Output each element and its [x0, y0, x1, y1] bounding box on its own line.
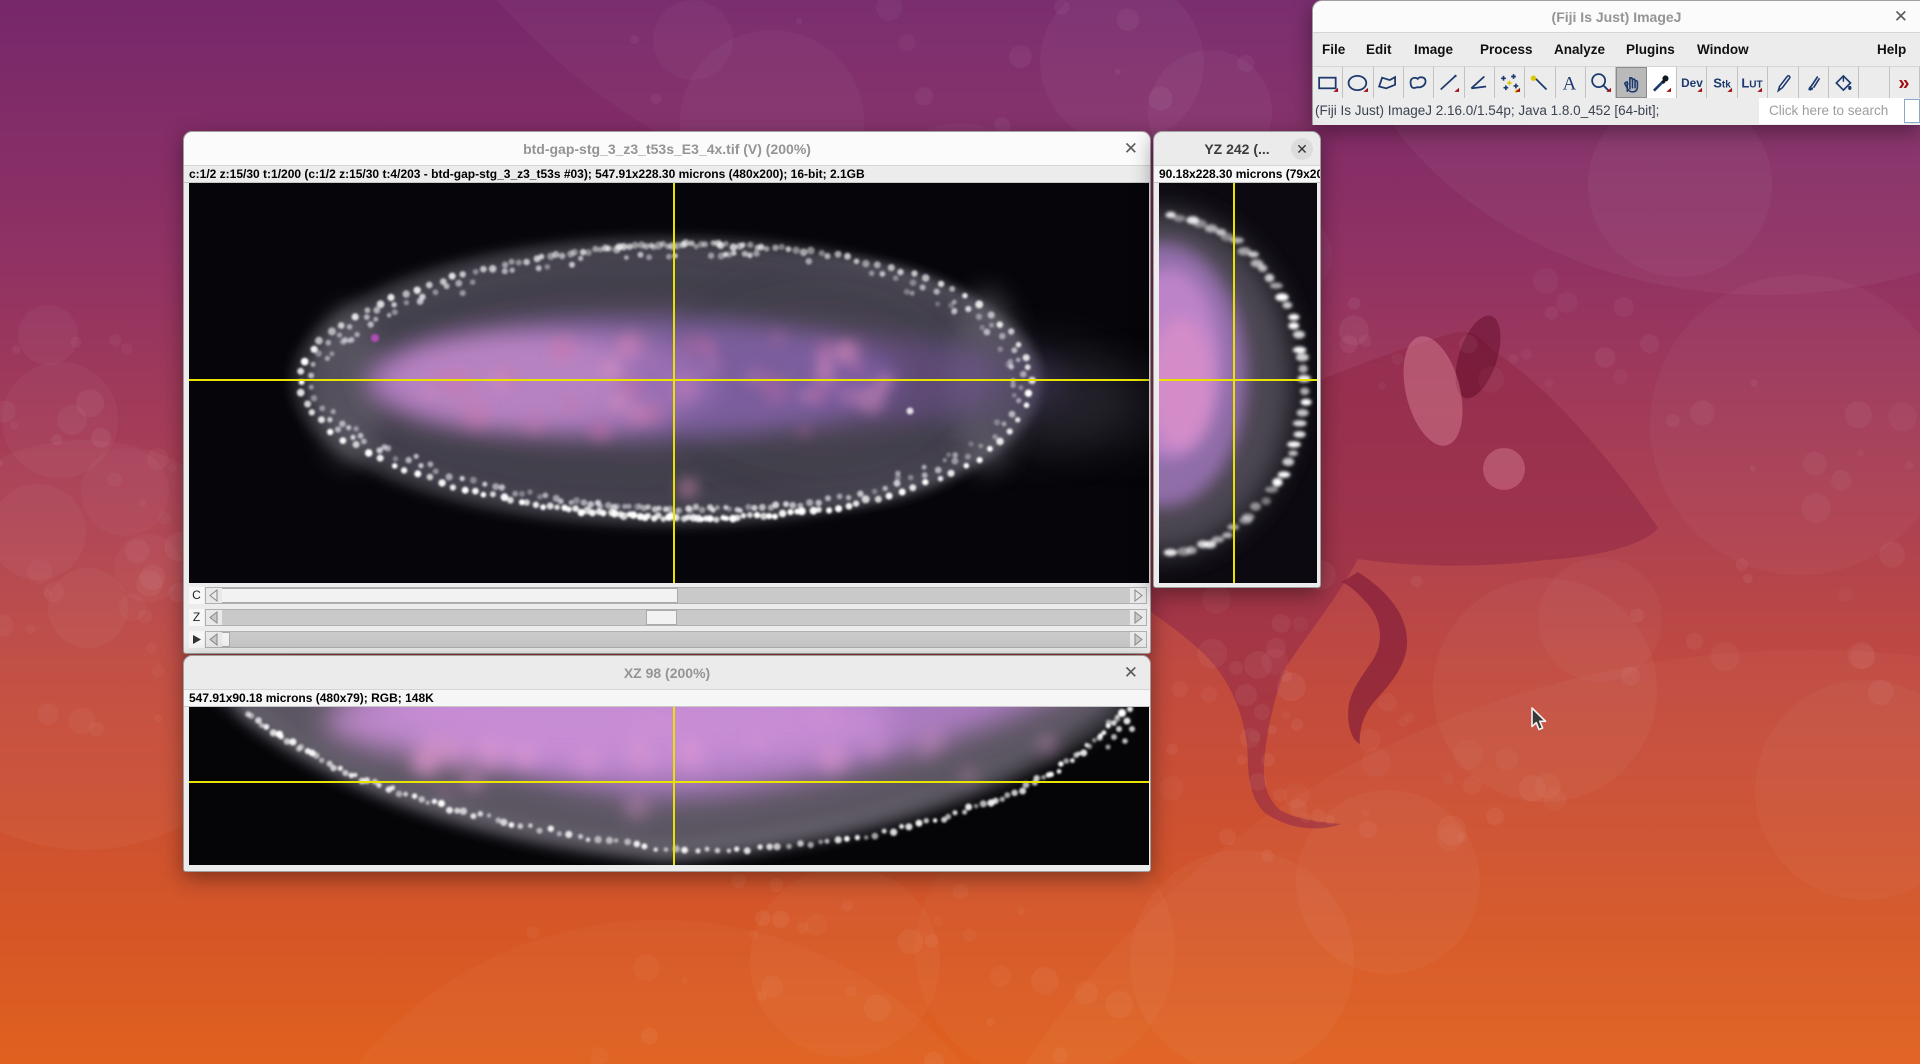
svg-text:LUT: LUT — [1742, 75, 1764, 90]
svg-text:»: » — [1899, 72, 1910, 94]
svg-text:A: A — [1563, 73, 1577, 94]
svg-text:Dev: Dev — [1681, 76, 1703, 90]
svg-text:Stk: Stk — [1713, 75, 1731, 90]
